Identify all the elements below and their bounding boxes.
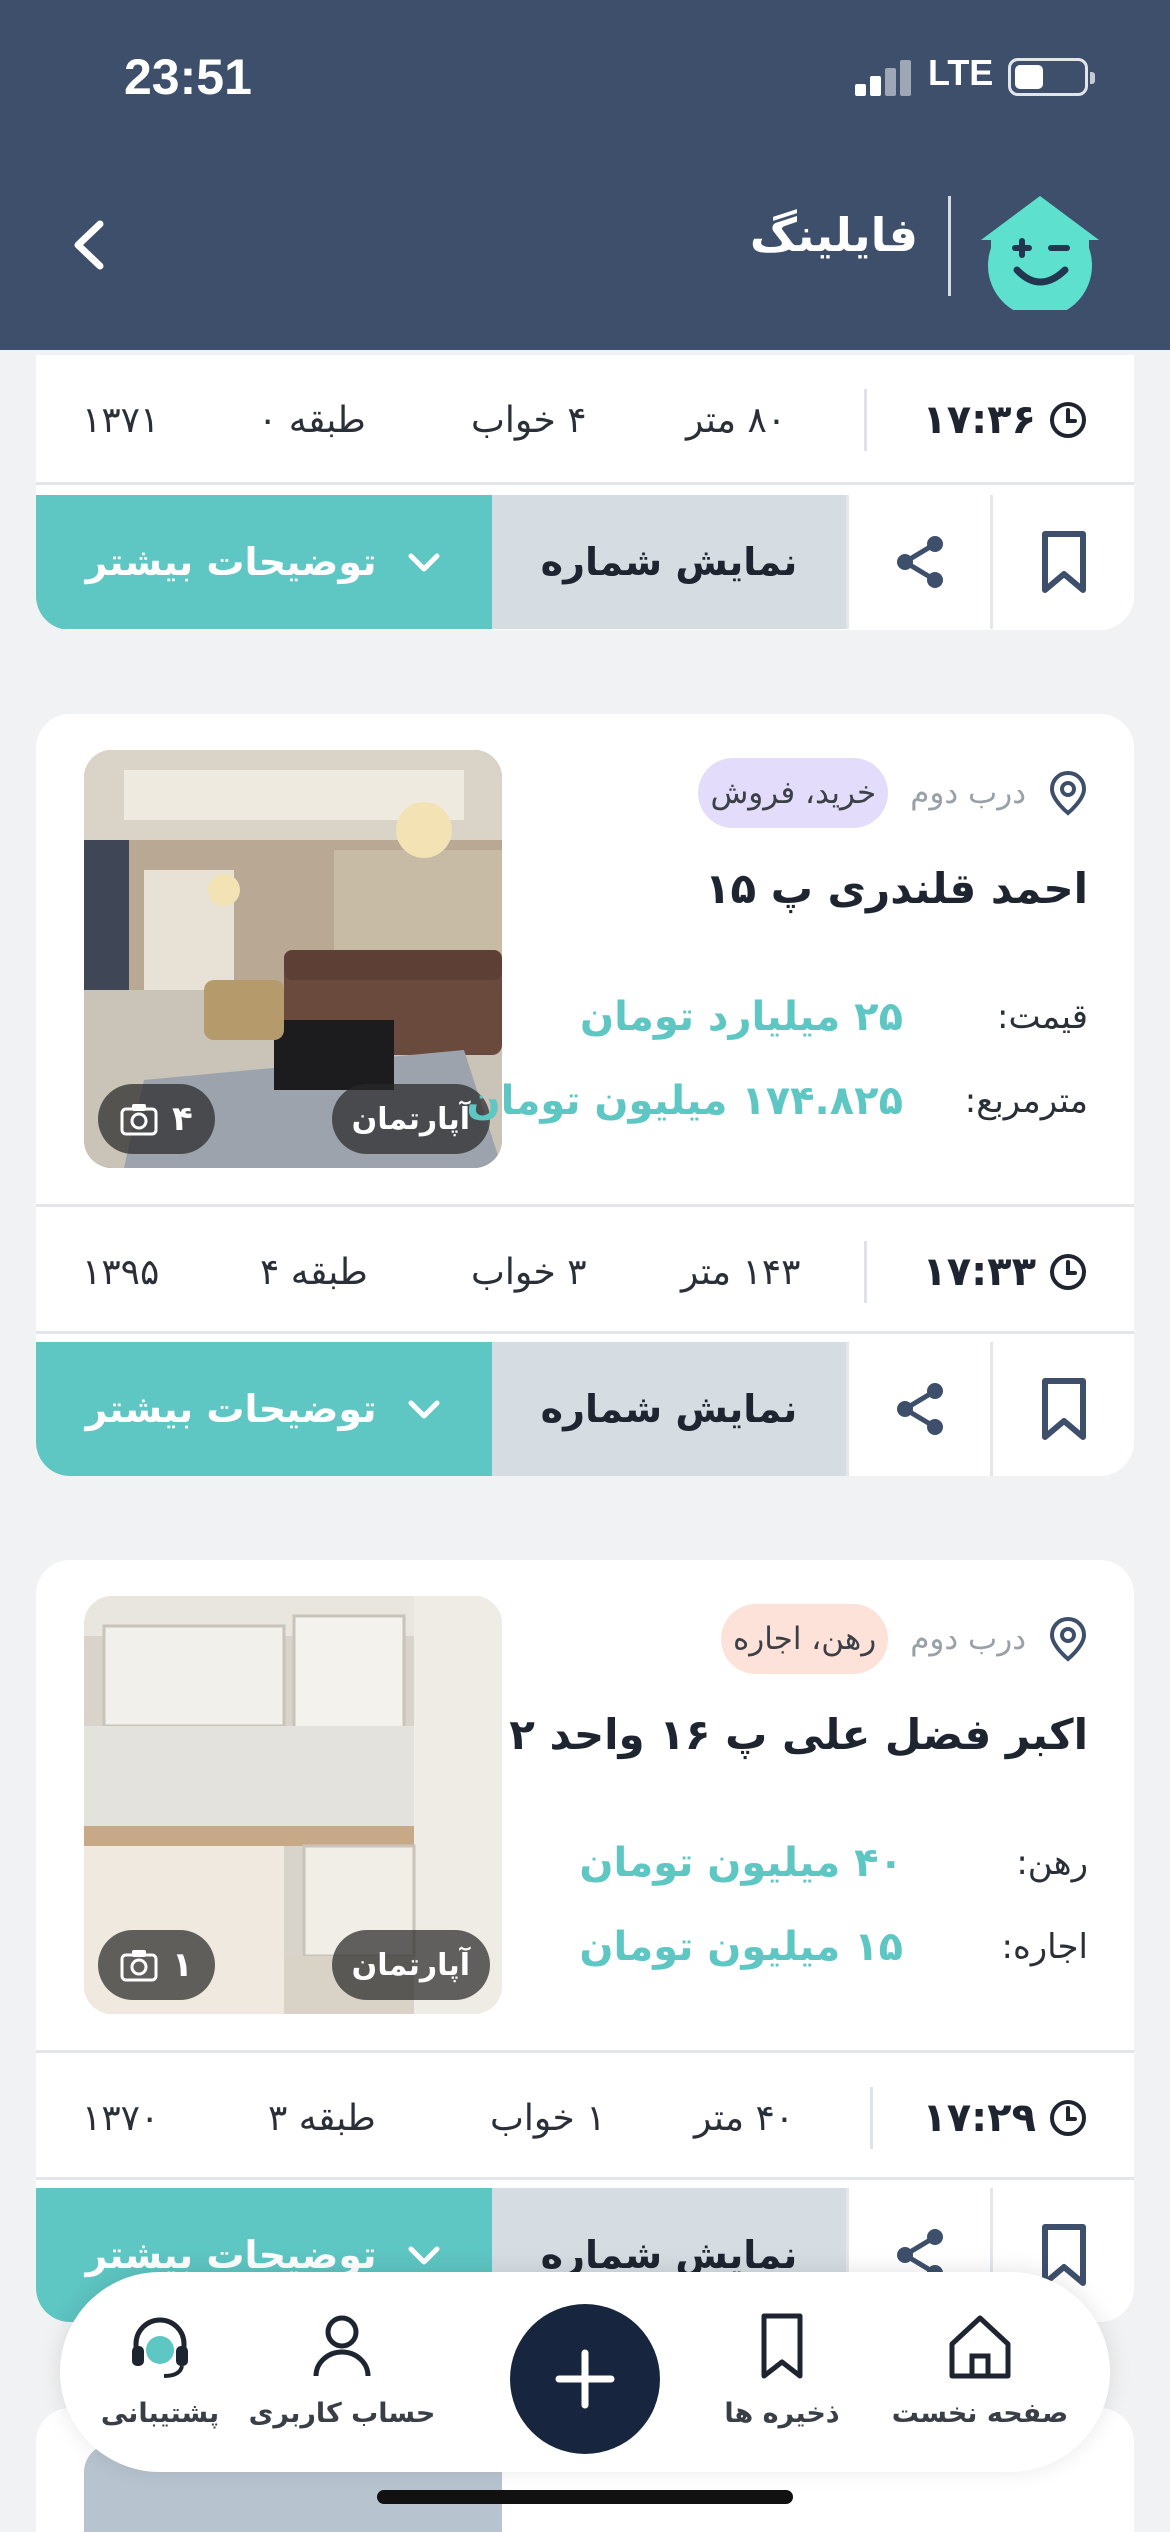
location-pin-icon — [1049, 1616, 1087, 1662]
nav-account-label: حساب کاربری — [248, 2398, 436, 2429]
bookmark-icon — [1041, 1378, 1086, 1440]
share-icon — [896, 536, 943, 588]
back-button[interactable] — [60, 210, 120, 280]
listing-location-row: درب دوم خرید، فروش — [698, 758, 1088, 828]
bookmark-button[interactable] — [990, 1342, 1134, 1476]
listing-card[interactable]: ۱۷:۳۶ ۸۰ متر ۴ خواب طبقه ۰ ۱۳۷۱ توضیحات … — [36, 355, 1134, 630]
listing-area: ۸۰ متر — [686, 399, 787, 441]
listing-photo[interactable]: ۴ آپارتمان — [84, 750, 502, 1168]
listing-location: درب دوم — [910, 775, 1026, 811]
chevron-down-icon — [408, 1400, 439, 1419]
show-phone-button[interactable]: نمایش شماره — [492, 495, 846, 629]
show-phone-button[interactable]: نمایش شماره — [492, 1342, 846, 1476]
listing-time: ۱۷:۲۹ — [922, 2053, 1088, 2183]
rent-value: ۱۵ میلیون تومان — [579, 1924, 903, 1970]
photo-count-badge: ۱ — [98, 1930, 215, 2000]
listing-title: اکبر فضل علی پ ۱۶ واحد ۲ — [509, 1710, 1088, 1759]
chevron-down-icon — [408, 553, 439, 572]
listing-card[interactable]: ۴ آپارتمان درب دوم خرید، فروش احمد قلندر… — [36, 714, 1134, 1476]
listing-actions: توضیحات بیشتر نمایش شماره — [36, 1342, 1134, 1476]
battery-icon — [1008, 58, 1095, 96]
nav-home-label: صفحه نخست — [891, 2398, 1069, 2429]
photo-count-badge: ۴ — [98, 1084, 215, 1154]
bookmark-icon — [761, 2313, 803, 2379]
listing-year: ۱۳۹۵ — [82, 1251, 160, 1293]
add-listing-button[interactable] — [510, 2304, 660, 2454]
camera-icon — [120, 1104, 158, 1136]
status-time: 23:51 — [124, 49, 252, 105]
price-value: ۲۵ میلیارد تومان — [579, 994, 903, 1040]
more-details-button[interactable]: توضیحات بیشتر — [36, 1342, 492, 1476]
headset-icon — [132, 2317, 188, 2378]
listing-time: ۱۷:۳۶ — [922, 355, 1088, 485]
header-divider — [948, 196, 951, 296]
listing-area: ۴۰ متر — [694, 2097, 795, 2139]
plus-icon — [555, 2349, 615, 2409]
app-header: 23:51 LTE فایلینگ — [0, 0, 1170, 350]
listing-rooms: ۴ خواب — [471, 399, 587, 441]
rent-row: اجاره: ۱۵ میلیون تومان — [528, 1912, 1088, 1982]
nav-support-label: پشتیبانی — [100, 2398, 220, 2429]
home-icon — [949, 2315, 1011, 2379]
bookmark-icon — [1041, 531, 1086, 593]
signal-strength-icon — [855, 60, 915, 96]
listing-floor: طبقه ۰ — [258, 399, 366, 441]
share-button[interactable] — [846, 495, 990, 629]
listing-info-row: ۱۷:۳۳ ۱۴۳ متر ۳ خواب طبقه ۴ ۱۳۹۵ — [36, 1204, 1134, 1334]
deal-type-tag: رهن، اجاره — [721, 1604, 889, 1674]
price-per-meter-label: مترمربع: — [964, 1081, 1088, 1121]
share-button[interactable] — [846, 1342, 990, 1476]
listing-title: احمد قلندری پ ۱۵ — [704, 864, 1088, 913]
nav-account[interactable]: حساب کاربری — [242, 2310, 442, 2450]
price-per-meter-value: ۱۷۴.۸۲۵ میلیون تومان — [466, 1078, 903, 1124]
listing-floor: طبقه ۳ — [268, 2097, 376, 2139]
listing-actions: توضیحات بیشتر نمایش شماره — [36, 495, 1134, 629]
listing-location: درب دوم — [910, 1621, 1026, 1657]
share-icon — [896, 1383, 943, 1435]
property-type-badge: آپارتمان — [331, 1930, 490, 2000]
bottom-navigation: پشتیبانی حساب کاربری ذخیره ها صفحه نخست — [60, 2272, 1110, 2472]
listing-info-row: ۱۷:۳۶ ۸۰ متر ۴ خواب طبقه ۰ ۱۳۷۱ — [36, 355, 1134, 485]
user-icon — [313, 2315, 371, 2377]
deposit-row: رهن: ۴۰ میلیون تومان — [528, 1828, 1088, 1898]
clock-icon — [1050, 402, 1086, 438]
nav-support[interactable]: پشتیبانی — [60, 2310, 260, 2450]
clock-icon — [1050, 1254, 1086, 1290]
price-per-meter-row: مترمربع: ۱۷۴.۸۲۵ میلیون تومان — [466, 1066, 1088, 1136]
clock-icon — [1050, 2100, 1086, 2136]
chevron-left-icon — [74, 220, 104, 270]
network-type: LTE — [928, 52, 994, 93]
nav-saved-label: ذخیره ها — [724, 2398, 840, 2429]
app-title: فایلینگ — [749, 208, 918, 262]
deposit-value: ۴۰ میلیون تومان — [579, 1840, 903, 1886]
nav-saved[interactable]: ذخیره ها — [682, 2310, 882, 2450]
app-logo-icon — [975, 190, 1105, 318]
nav-home[interactable]: صفحه نخست — [880, 2310, 1080, 2450]
home-indicator — [377, 2490, 793, 2504]
listing-floor: طبقه ۴ — [260, 1251, 368, 1293]
camera-icon — [120, 1950, 158, 1982]
chevron-down-icon — [408, 2246, 439, 2265]
price-label: قیمت: — [996, 997, 1088, 1037]
bookmark-button[interactable] — [990, 495, 1134, 629]
listing-card[interactable]: ۱ آپارتمان درب دوم رهن، اجاره اکبر فضل ع… — [36, 1560, 1134, 2322]
deposit-label: رهن: — [1016, 1843, 1088, 1883]
listing-info-row: ۱۷:۲۹ ۴۰ متر ۱ خواب طبقه ۳ ۱۳۷۰ — [36, 2050, 1134, 2180]
location-pin-icon — [1049, 770, 1087, 816]
more-details-button[interactable]: توضیحات بیشتر — [36, 495, 492, 629]
listing-year: ۱۳۷۰ — [82, 2097, 160, 2139]
listing-year: ۱۳۷۱ — [82, 399, 160, 441]
listing-rooms: ۱ خواب — [490, 2097, 606, 2139]
listing-time: ۱۷:۳۳ — [922, 1207, 1088, 1337]
listing-location-row: درب دوم رهن، اجاره — [721, 1604, 1088, 1674]
deal-type-tag: خرید، فروش — [698, 758, 889, 828]
rent-label: اجاره: — [1001, 1927, 1088, 1967]
listing-photo[interactable]: ۱ آپارتمان — [84, 1596, 502, 2014]
price-row: قیمت: ۲۵ میلیارد تومان — [528, 982, 1088, 1052]
listing-rooms: ۳ خواب — [471, 1251, 587, 1293]
listing-area: ۱۴۳ متر — [681, 1251, 801, 1293]
